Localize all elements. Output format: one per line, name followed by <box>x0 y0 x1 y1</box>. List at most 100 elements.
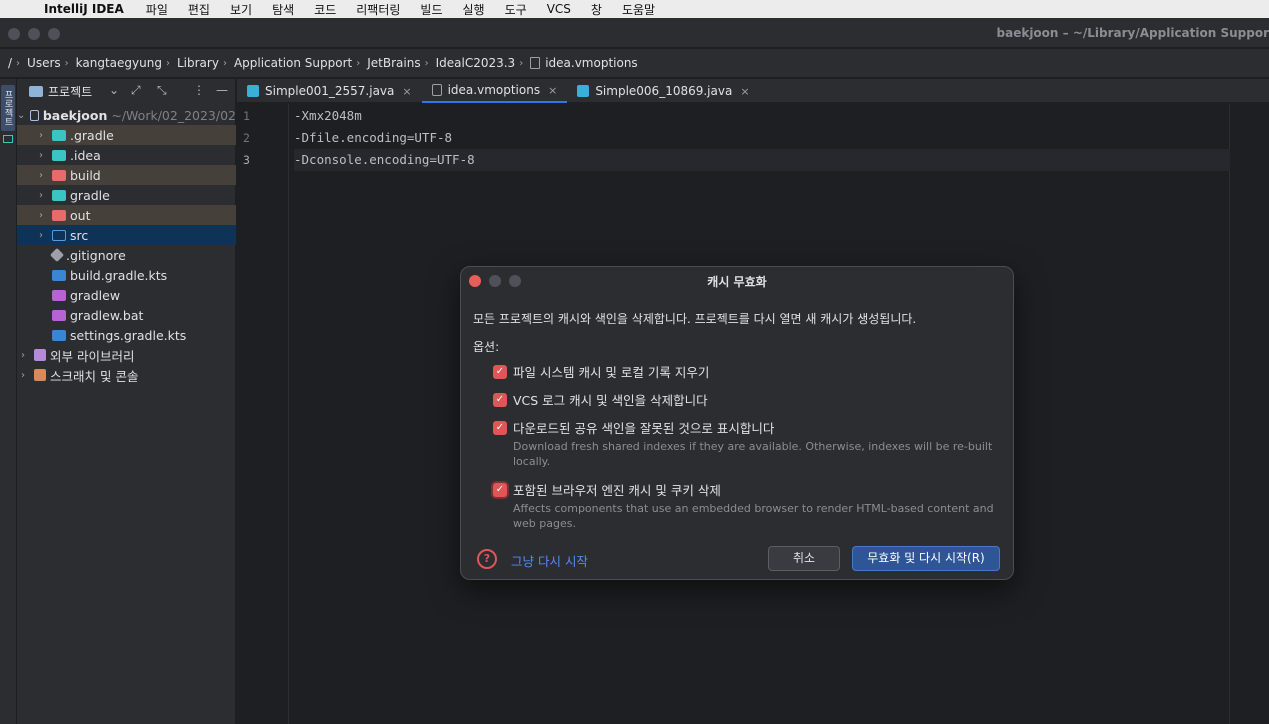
tree-item-gradle[interactable]: › gradle <box>17 185 236 205</box>
tree-item-out[interactable]: › out <box>17 205 236 225</box>
expand-all-icon[interactable]: ⤢ <box>131 83 141 98</box>
tree-item-build-gradle-kts[interactable]: build.gradle.kts <box>17 265 236 285</box>
project-view-selector[interactable]: 프로젝트 <box>48 83 92 100</box>
option-clear-filesystem-cache[interactable]: ✓ 파일 시스템 캐시 및 로컬 기록 지우기 <box>493 362 709 381</box>
menu-run[interactable]: 실행 <box>463 1 485 18</box>
menu-refactor[interactable]: 리팩터링 <box>356 1 400 18</box>
checkbox-checked-icon[interactable]: ✓ <box>493 420 507 435</box>
tab-idea-vmoptions[interactable]: idea.vmoptions × <box>421 79 568 103</box>
zoom-window-button[interactable] <box>48 28 60 40</box>
tab-simple006[interactable]: Simple006_10869.java × <box>567 79 759 103</box>
menu-file[interactable]: 파일 <box>146 1 168 18</box>
terminal-icon[interactable] <box>3 135 13 143</box>
breadcrumb-separator: › <box>356 57 361 69</box>
just-restart-link[interactable]: 그냥 다시 시작 <box>511 551 588 570</box>
right-tool-strip <box>1231 104 1269 724</box>
breadcrumb-item[interactable]: IdealC2023.3 › <box>436 56 531 70</box>
line-number: 2 <box>243 131 250 145</box>
gradle-file-icon <box>52 289 66 301</box>
tree-item-gradle-cache[interactable]: › .gradle <box>17 125 236 145</box>
file-icon <box>530 57 541 69</box>
tree-item-settings-gradle-kts[interactable]: settings.gradle.kts <box>17 325 236 345</box>
checkbox-checked-icon[interactable]: ✓ <box>493 364 507 379</box>
folder-icon <box>29 85 43 97</box>
breadcrumb-separator: › <box>519 57 524 69</box>
breadcrumb-root[interactable]: / › <box>8 56 27 70</box>
close-window-button[interactable] <box>8 28 20 40</box>
option-delete-vcs-log-cache[interactable]: ✓ VCS 로그 캐시 및 색인을 삭제합니다 <box>493 390 708 409</box>
options-menu-icon[interactable]: ⋮ <box>193 83 205 97</box>
chevron-right-icon[interactable]: › <box>17 350 29 361</box>
invalidate-and-restart-button[interactable]: 무효화 및 다시 시작(R) <box>852 546 1000 571</box>
tree-item-external-libraries[interactable]: › 외부 라이브러리 <box>17 345 236 365</box>
tree-item-gradlew-bat[interactable]: gradlew.bat <box>17 305 236 325</box>
invalidate-caches-dialog: 캐시 무효화 모든 프로젝트의 캐시와 색인을 삭제합니다. 프로젝트를 다시 … <box>460 266 1014 580</box>
checkbox-checked-icon[interactable]: ✓ <box>493 392 507 407</box>
tree-item-gradlew[interactable]: gradlew <box>17 285 236 305</box>
chevron-down-icon[interactable]: ⌄ <box>17 110 25 121</box>
tree-item-idea[interactable]: › .idea <box>17 145 236 165</box>
tree-item-build[interactable]: › build <box>17 165 236 185</box>
cancel-button[interactable]: 취소 <box>768 546 840 571</box>
app-menu[interactable]: IntelliJ IDEA <box>44 2 124 16</box>
folder-icon <box>52 149 66 161</box>
tree-item-scratches[interactable]: › 스크래치 및 콘솔 <box>17 365 236 385</box>
menu-tools[interactable]: 도구 <box>505 1 527 18</box>
chevron-right-icon[interactable]: › <box>35 170 47 181</box>
chevron-right-icon[interactable]: › <box>35 230 47 241</box>
tree-item-gitignore[interactable]: .gitignore <box>17 245 236 265</box>
line-number: 1 <box>243 109 250 123</box>
source-folder-icon <box>52 229 66 241</box>
breadcrumb-item[interactable]: Library › <box>177 56 234 70</box>
option-hint: Affects components that use an embedded … <box>513 502 994 530</box>
menu-build[interactable]: 빌드 <box>420 1 442 18</box>
menu-vcs[interactable]: VCS <box>547 2 571 16</box>
chevron-right-icon[interactable]: › <box>35 130 47 141</box>
editor-tabs: Simple001_2557.java × idea.vmoptions × S… <box>237 79 1269 103</box>
tree-root-baekjoon[interactable]: ⌄ baekjoon ~/Work/02_2023/02 <box>17 105 236 125</box>
collapse-all-icon[interactable]: ⤡ <box>157 83 167 98</box>
tree-item-src[interactable]: › src <box>17 225 236 245</box>
dialog-title: 캐시 무효화 <box>707 275 767 289</box>
project-panel-header: 프로젝트 ⌄ ⤢ ⤡ ⋮ — <box>17 79 235 103</box>
folder-icon <box>52 189 66 201</box>
text-file-icon <box>431 84 442 96</box>
chevron-down-icon[interactable]: ⌄ <box>109 83 119 97</box>
option-delete-browser-cache[interactable]: ✓ 포함된 브라우저 엔진 캐시 및 쿠키 삭제 <box>493 480 721 499</box>
code-line-current[interactable]: -Dconsole.encoding=UTF-8 <box>294 149 1230 171</box>
tab-simple001[interactable]: Simple001_2557.java × <box>237 79 422 103</box>
close-icon[interactable]: × <box>740 85 749 98</box>
menu-edit[interactable]: 편집 <box>188 1 210 18</box>
project-tool-tab[interactable]: 프로젝트 <box>1 85 15 131</box>
chevron-right-icon[interactable]: › <box>35 150 47 161</box>
chevron-right-icon[interactable]: › <box>17 370 29 381</box>
code-line[interactable]: -Xmx2048m <box>294 105 1230 127</box>
checkbox-checked-icon[interactable]: ✓ <box>493 482 507 497</box>
option-mark-shared-indexes-invalid[interactable]: ✓ 다운로드된 공유 색인을 잘못된 것으로 표시합니다 <box>493 418 774 437</box>
breadcrumb: / › Users › kangtaegyung › Library › Applica… <box>0 49 1269 78</box>
git-file-icon <box>49 247 65 263</box>
menu-code[interactable]: 코드 <box>314 1 336 18</box>
hide-panel-icon[interactable]: — <box>216 83 228 97</box>
menu-navigate[interactable]: 탐색 <box>272 1 294 18</box>
dialog-description: 모든 프로젝트의 캐시와 색인을 삭제합니다. 프로젝트를 다시 열면 새 캐시… <box>473 312 917 326</box>
breadcrumb-item[interactable]: Application Support › <box>234 56 367 70</box>
breadcrumb-file[interactable]: idea.vmoptions <box>530 56 638 70</box>
close-icon[interactable]: × <box>548 84 557 97</box>
window-title: baekjoon – ~/Library/Application Suppor <box>996 26 1269 40</box>
menu-window[interactable]: 창 <box>591 1 602 18</box>
breadcrumb-item[interactable]: Users › <box>27 56 76 70</box>
breadcrumb-separator: › <box>222 57 227 69</box>
menu-help[interactable]: 도움말 <box>622 1 655 18</box>
breadcrumb-item[interactable]: JetBrains › <box>367 56 435 70</box>
breadcrumb-item[interactable]: kangtaegyung › <box>76 56 177 70</box>
help-icon[interactable]: ? <box>477 549 497 569</box>
menu-view[interactable]: 보기 <box>230 1 252 18</box>
chevron-right-icon[interactable]: › <box>35 210 47 221</box>
chevron-right-icon[interactable]: › <box>35 190 47 201</box>
code-line[interactable]: -Dfile.encoding=UTF-8 <box>294 127 1230 149</box>
window-titlebar: baekjoon – ~/Library/Application Suppor <box>0 18 1269 48</box>
option-hint: Download fresh shared indexes if they ar… <box>513 440 993 468</box>
close-icon[interactable]: × <box>402 85 411 98</box>
minimize-window-button[interactable] <box>28 28 40 40</box>
